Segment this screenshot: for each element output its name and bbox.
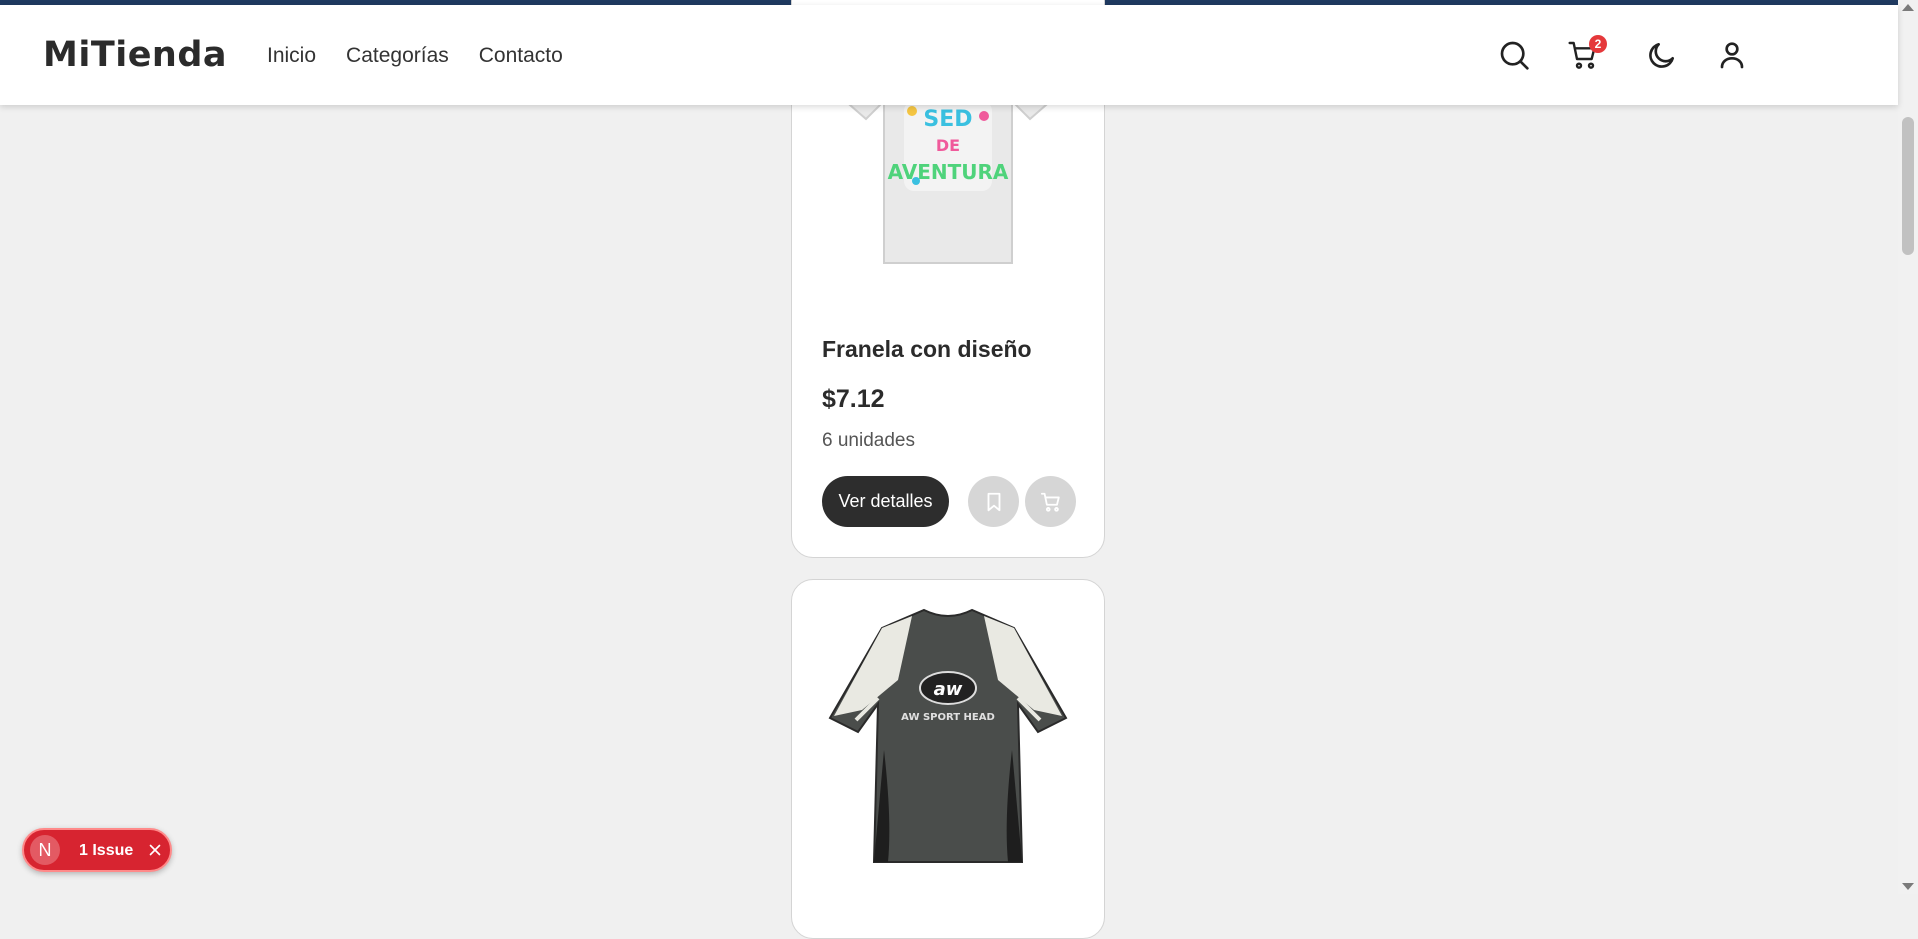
product-stock: 6 unidades [822, 430, 915, 451]
scroll-down-arrow[interactable] [1902, 883, 1914, 890]
scroll-up-arrow[interactable] [1902, 4, 1914, 11]
moon-icon [1649, 43, 1674, 68]
svg-text:AW SPORT HEAD: AW SPORT HEAD [901, 712, 995, 723]
theme-toggle-button[interactable] [1646, 39, 1680, 73]
svg-text:DE: DE [936, 136, 960, 155]
dark-grey-sport-t-shirt: aw AW SPORT HEAD [828, 608, 1068, 863]
issues-count-label[interactable]: 1 Issue [79, 842, 133, 860]
nav-link-inicio[interactable]: Inicio [267, 44, 316, 68]
close-icon[interactable] [146, 841, 164, 859]
navbar: MiTienda Inicio Categorías Contacto 2 [0, 5, 1898, 105]
product-card[interactable]: aw AW SPORT HEAD [791, 579, 1105, 939]
add-to-cart-button[interactable] [1025, 476, 1076, 527]
issues-indicator[interactable]: N 1 Issue [22, 828, 172, 872]
nav-links: Inicio Categorías Contacto [267, 44, 563, 68]
bookmark-icon [987, 492, 1000, 511]
svg-text:AVENTURA: AVENTURA [888, 160, 1009, 184]
bookmark-button[interactable] [968, 476, 1019, 527]
page-scrollbar[interactable] [1898, 0, 1918, 894]
nav-link-contacto[interactable]: Contacto [479, 44, 563, 68]
nextjs-logo-icon: N [30, 835, 60, 865]
account-button[interactable] [1716, 39, 1750, 73]
scroll-thumb[interactable] [1902, 117, 1914, 255]
user-icon [1720, 42, 1744, 69]
product-price: $7.12 [822, 385, 885, 413]
search-button[interactable] [1498, 39, 1532, 73]
cart-icon [1040, 492, 1060, 512]
nav-link-categorias[interactable]: Categorías [346, 44, 449, 68]
product-title[interactable]: Franela con diseño [822, 336, 1032, 363]
search-icon [1500, 41, 1529, 70]
product-image[interactable]: aw AW SPORT HEAD [812, 600, 1084, 872]
svg-text:aw: aw [934, 679, 963, 700]
cart-count-badge: 2 [1589, 35, 1607, 53]
brand-logo[interactable]: MiTienda [43, 35, 227, 75]
view-details-button[interactable]: Ver detalles [822, 476, 949, 527]
nav-icons: 2 [1498, 5, 1898, 105]
cart-button[interactable]: 2 [1567, 35, 1607, 73]
svg-text:SED: SED [923, 107, 972, 132]
